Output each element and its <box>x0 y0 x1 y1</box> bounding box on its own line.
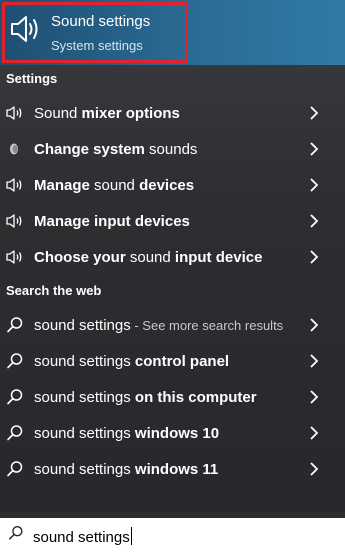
web-item-label: sound settings - See more search results <box>34 317 284 334</box>
web-section-heading: Search the web <box>6 283 102 298</box>
best-match-sound-settings[interactable]: Sound settings System settings <box>2 2 188 63</box>
speaker-icon <box>6 106 22 120</box>
web-item-windows-10[interactable]: sound settings windows 10 <box>0 415 345 451</box>
settings-item-label: Change system sounds <box>34 141 198 158</box>
search-icon <box>7 353 23 369</box>
chevron-right-icon <box>310 426 319 440</box>
settings-item-label: Manage input devices <box>34 213 190 230</box>
speaker-icon <box>6 214 22 228</box>
search-input[interactable]: sound settings <box>33 527 132 546</box>
search-icon <box>7 461 23 477</box>
settings-item-change-system-sounds[interactable]: Change system sounds <box>0 131 345 167</box>
web-item-see-more[interactable]: sound settings - See more search results <box>0 307 345 343</box>
search-icon <box>8 526 23 540</box>
settings-item-manage-sound-devices[interactable]: Manage sound devices <box>0 167 345 203</box>
search-results-panel: Sound settings System settings Settings … <box>0 0 345 512</box>
search-icon <box>7 425 23 441</box>
settings-item-label: Choose your sound input device <box>34 249 263 266</box>
best-match-subtitle: System settings <box>51 38 143 53</box>
settings-item-choose-input-device[interactable]: Choose your sound input device <box>0 239 345 275</box>
settings-item-label: Sound mixer options <box>34 105 180 122</box>
speaker-icon <box>6 250 22 264</box>
search-icon <box>7 389 23 405</box>
chevron-right-icon <box>310 250 319 264</box>
web-item-label: sound settings windows 11 <box>34 461 219 478</box>
chevron-right-icon <box>310 178 319 192</box>
chevron-right-icon <box>310 462 319 476</box>
chevron-right-icon <box>310 214 319 228</box>
speaker-icon <box>11 16 38 42</box>
chevron-right-icon <box>310 354 319 368</box>
sound-settings-icon <box>10 143 18 155</box>
settings-item-manage-input-devices[interactable]: Manage input devices <box>0 203 345 239</box>
speaker-icon <box>6 178 22 192</box>
web-item-label: sound settings control panel <box>34 353 230 370</box>
web-item-control-panel[interactable]: sound settings control panel <box>0 343 345 379</box>
web-item-on-this-computer[interactable]: sound settings on this computer <box>0 379 345 415</box>
settings-section-heading: Settings <box>6 71 58 86</box>
chevron-right-icon <box>310 142 319 156</box>
search-bar[interactable]: sound settings <box>0 518 345 552</box>
web-item-windows-11[interactable]: sound settings windows 11 <box>0 451 345 487</box>
best-match-title: Sound settings <box>51 13 151 30</box>
chevron-right-icon <box>310 318 319 332</box>
chevron-right-icon <box>310 390 319 404</box>
web-item-label: sound settings windows 10 <box>34 425 220 442</box>
settings-item-label: Manage sound devices <box>34 177 195 194</box>
best-match-banner[interactable]: Sound settings System settings <box>0 0 345 65</box>
web-item-label: sound settings on this computer <box>34 389 257 406</box>
settings-item-sound-mixer[interactable]: Sound mixer options <box>0 95 345 131</box>
chevron-right-icon <box>310 106 319 120</box>
search-icon <box>7 317 23 333</box>
text-caret <box>130 527 132 545</box>
